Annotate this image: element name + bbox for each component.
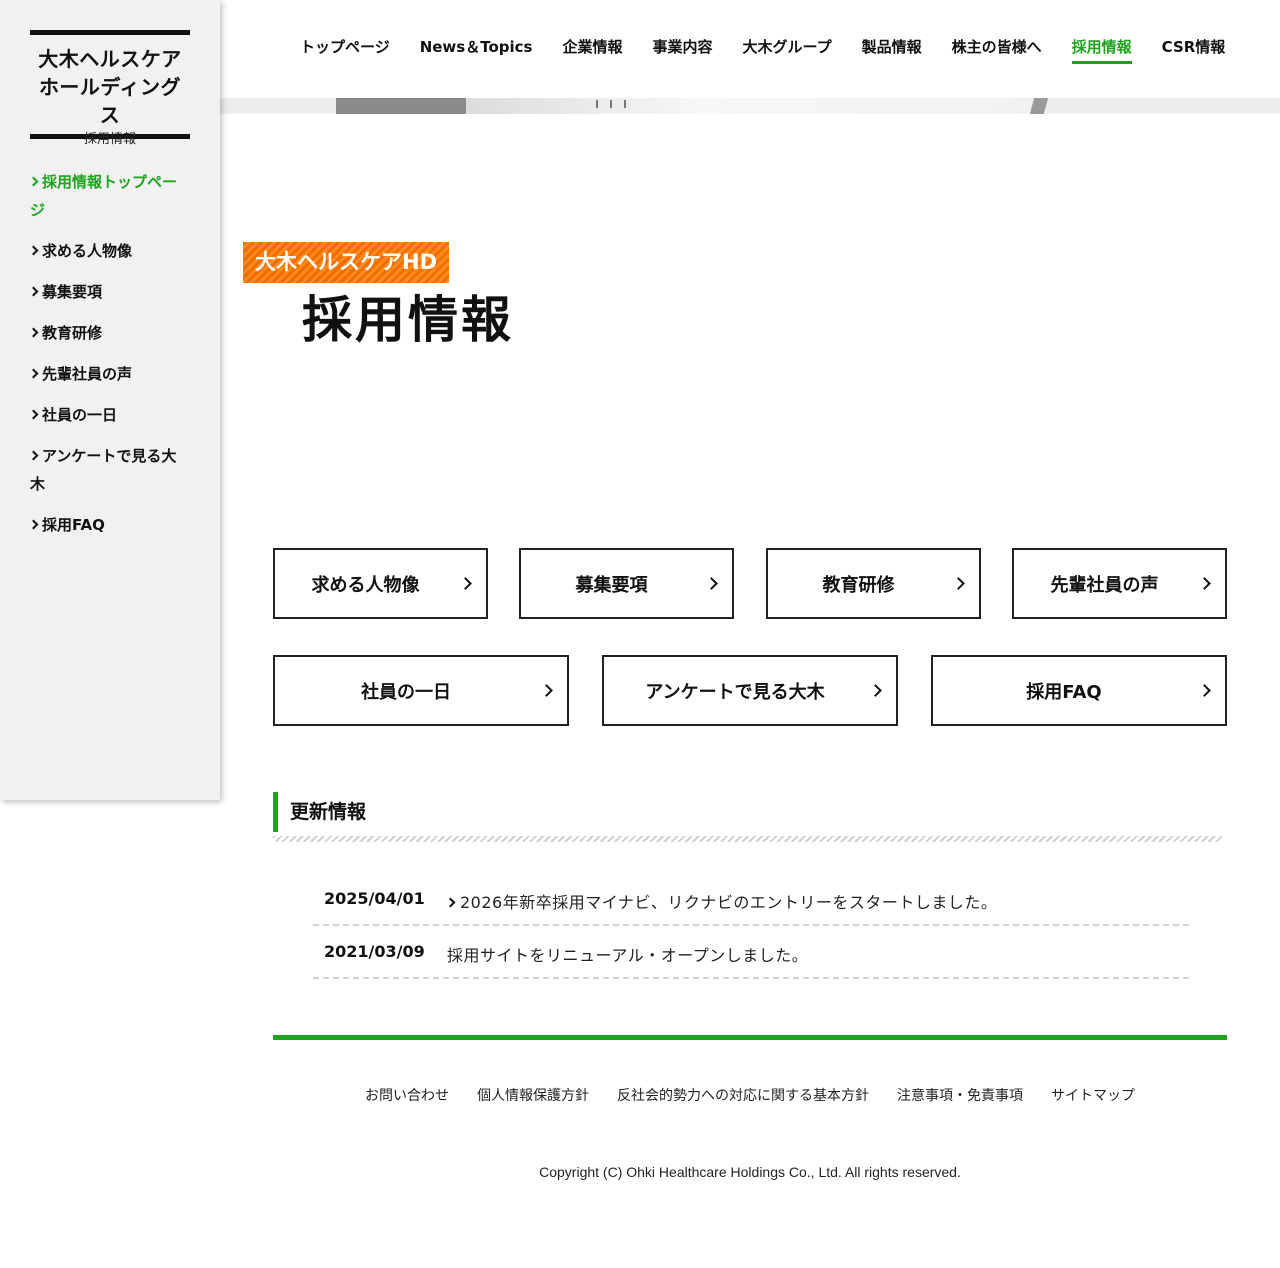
hero-image-detail xyxy=(596,100,598,108)
sidebar-item-label: 教育研修 xyxy=(42,324,103,342)
sidebar-item-employee-voices[interactable]: 先輩社員の声 xyxy=(28,360,190,388)
sidebar: 大木ヘルスケア ホールディングス 採用情報 採用情報トップページ 求める人物像 … xyxy=(0,0,220,800)
sidebar-item-label: アンケートで見る大木 xyxy=(30,447,177,493)
sidebar-item-faq[interactable]: 採用FAQ xyxy=(28,511,190,539)
link-button-label: 社員の一日 xyxy=(361,681,451,703)
footer-nav: お問い合わせ 個人情報保護方針 反社会的勢力への対応に関する基本方針 注意事項・… xyxy=(273,1085,1227,1105)
link-button-label: 先輩社員の声 xyxy=(1050,574,1159,596)
chevron-right-icon xyxy=(869,684,882,697)
sidebar-item-job-requirements[interactable]: 募集要項 xyxy=(28,278,190,306)
sidebar-item-day-in-life[interactable]: 社員の一日 xyxy=(28,401,190,429)
logo-line-2: ホールディングス xyxy=(38,75,182,127)
link-button-faq[interactable]: 採用FAQ xyxy=(931,655,1233,732)
news-item: 2021/03/09 採用サイトをリニューアル・オープンしました。 xyxy=(313,926,1189,979)
page-title: 採用情報 xyxy=(302,291,514,349)
link-button-ideal-candidate[interactable]: 求める人物像 xyxy=(273,548,494,625)
chevron-right-icon xyxy=(28,368,39,379)
hero-image xyxy=(220,98,1280,114)
top-nav: トップページ News＆Topics 企業情報 事業内容 大木グループ 製品情報… xyxy=(300,36,1225,64)
hero-image-wall xyxy=(466,98,1046,114)
link-button-day-in-life[interactable]: 社員の一日 xyxy=(273,655,575,732)
chevron-right-icon xyxy=(445,897,456,908)
title-badge: 大木ヘルスケアHD xyxy=(243,242,450,283)
sidebar-item-survey[interactable]: アンケートで見る大木 xyxy=(28,442,190,498)
chevron-right-icon xyxy=(540,684,553,697)
footer-divider xyxy=(273,1035,1227,1040)
footer-link-privacy[interactable]: 個人情報保護方針 xyxy=(477,1085,589,1105)
footer-link-contact[interactable]: お問い合わせ xyxy=(365,1085,449,1105)
nav-group[interactable]: 大木グループ xyxy=(743,36,832,64)
news-item: 2025/04/01 2026年新卒採用マイナビ、リクナビのエントリーをスタート… xyxy=(313,873,1189,926)
nav-news-topics[interactable]: News＆Topics xyxy=(420,36,533,64)
footer-link-disclaimer[interactable]: 注意事項・免責事項 xyxy=(897,1085,1023,1105)
hero-image-shade xyxy=(336,98,466,114)
chevron-right-icon xyxy=(28,245,39,256)
link-button-label: 求める人物像 xyxy=(311,574,420,596)
sidebar-item-ideal-candidate[interactable]: 求める人物像 xyxy=(28,237,190,265)
chevron-right-icon xyxy=(705,577,718,590)
link-button-label: 採用FAQ xyxy=(1026,681,1102,703)
hero-image-detail xyxy=(624,100,626,108)
link-button-label: 募集要項 xyxy=(575,574,648,596)
link-button-survey[interactable]: アンケートで見る大木 xyxy=(602,655,904,732)
updates-divider xyxy=(273,836,1222,842)
chevron-right-icon xyxy=(28,450,39,461)
sidebar-item-label: 先輩社員の声 xyxy=(42,365,133,383)
sidebar-nav: 採用情報トップページ 求める人物像 募集要項 教育研修 先輩社員の声 社員の一日… xyxy=(28,168,190,552)
hero-image-detail xyxy=(610,100,612,108)
logo-subtitle: 採用情報 xyxy=(83,132,136,147)
chevron-right-icon xyxy=(1198,577,1211,590)
sidebar-item-label: 求める人物像 xyxy=(42,242,133,260)
updates-heading: 更新情報 xyxy=(273,792,366,832)
nav-top-page[interactable]: トップページ xyxy=(300,36,390,64)
chevron-right-icon xyxy=(28,286,39,297)
sidebar-item-label: 採用情報トップページ xyxy=(30,173,178,219)
nav-recruit[interactable]: 採用情報 xyxy=(1071,36,1132,64)
site-logo[interactable]: 大木ヘルスケア ホールディングス 採用情報 xyxy=(30,30,190,147)
chevron-right-icon xyxy=(28,327,39,338)
sidebar-item-label: 募集要項 xyxy=(42,283,103,301)
nav-company-info[interactable]: 企業情報 xyxy=(562,36,622,64)
link-button-job-requirements[interactable]: 募集要項 xyxy=(519,548,740,625)
nav-shareholders[interactable]: 株主の皆様へ xyxy=(952,36,1042,64)
nav-business[interactable]: 事業内容 xyxy=(652,36,712,64)
sidebar-item-training[interactable]: 教育研修 xyxy=(28,319,190,347)
logo-line-1: 大木ヘルスケア xyxy=(38,47,182,71)
nav-csr[interactable]: CSR情報 xyxy=(1162,36,1226,64)
chevron-right-icon xyxy=(28,176,39,187)
link-button-label: 教育研修 xyxy=(822,574,895,596)
news-text: 採用サイトをリニューアル・オープンしました。 xyxy=(447,946,809,965)
footer-link-sitemap[interactable]: サイトマップ xyxy=(1051,1085,1135,1105)
news-link[interactable]: 2026年新卒採用マイナビ、リクナビのエントリーをスタートしました。 xyxy=(445,889,998,913)
link-button-training[interactable]: 教育研修 xyxy=(766,548,987,625)
sidebar-item-label: 採用FAQ xyxy=(42,516,105,534)
footer-link-antisocial-policy[interactable]: 反社会的勢力への対応に関する基本方針 xyxy=(617,1085,869,1105)
nav-products[interactable]: 製品情報 xyxy=(862,36,922,64)
copyright: Copyright (C) Ohki Healthcare Holdings C… xyxy=(539,1164,961,1180)
news-date: 2021/03/09 xyxy=(324,942,425,961)
sidebar-item-recruit-top[interactable]: 採用情報トップページ xyxy=(28,168,190,224)
chevron-right-icon xyxy=(952,577,965,590)
chevron-right-icon xyxy=(459,577,472,590)
link-button-label: アンケートで見る大木 xyxy=(645,681,825,703)
news-date: 2025/04/01 xyxy=(324,889,425,908)
chevron-right-icon xyxy=(1198,684,1211,697)
sidebar-item-label: 社員の一日 xyxy=(42,406,118,424)
link-button-employee-voices[interactable]: 先輩社員の声 xyxy=(1012,548,1233,625)
chevron-right-icon xyxy=(28,519,39,530)
chevron-right-icon xyxy=(28,409,39,420)
news-text: 2026年新卒採用マイナビ、リクナビのエントリーをスタートしました。 xyxy=(460,893,998,912)
